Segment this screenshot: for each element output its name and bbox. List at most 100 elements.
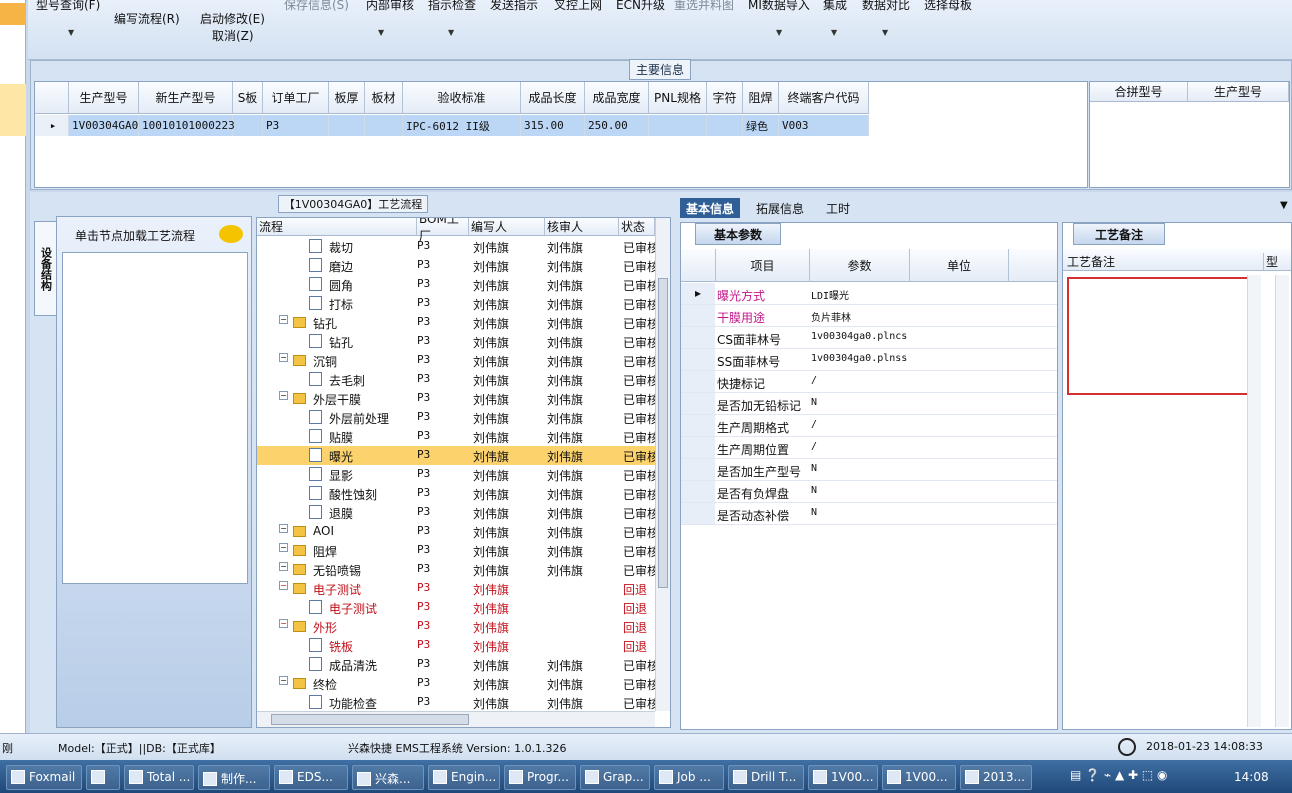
tree-row[interactable]: − 外形 P3 刘伟旗 回退 <box>257 617 655 636</box>
btn-ecn-upgrade[interactable]: ECN升级 <box>616 0 665 13</box>
tree-row[interactable]: − 外层干膜 P3 刘伟旗 刘伟旗 已审核 <box>257 389 655 408</box>
tree-row[interactable]: 钻孔 P3 刘伟旗 刘伟旗 已审核 <box>257 332 655 351</box>
tree-row[interactable]: 圆角 P3 刘伟旗 刘伟旗 已审核 <box>257 275 655 294</box>
param-row[interactable]: 是否加生产型号 N <box>681 459 1057 481</box>
cell-12[interactable]: V003 <box>779 115 869 136</box>
tree-row[interactable]: 成品清洗 P3 刘伟旗 刘伟旗 已审核 <box>257 655 655 674</box>
param-row[interactable]: 生产周期位置 / <box>681 437 1057 459</box>
btn-model-query[interactable]: 型号查询(F) <box>36 0 100 13</box>
param-row[interactable]: 是否加无铅标记 N <box>681 393 1057 415</box>
chevron-down-icon[interactable]: ▼ <box>448 28 454 37</box>
param-row[interactable]: CS面菲林号 1v00304ga0.plncs <box>681 327 1057 349</box>
tree-row[interactable]: − AOI P3 刘伟旗 刘伟旗 已审核 <box>257 522 655 541</box>
btn-integrate[interactable]: 集成 <box>823 0 847 13</box>
tree-row[interactable]: 裁切 P3 刘伟旗 刘伟旗 已审核 <box>257 237 655 256</box>
taskbar-clock[interactable]: 14:08 <box>1234 770 1269 784</box>
vertical-tab-device-structure[interactable]: 设备结构 <box>34 221 56 316</box>
btn-write-flow[interactable]: 编写流程(R) <box>114 10 180 27</box>
process-tree[interactable]: 流程 BOM工厂 编写人 核审人 状态 裁切 P3 刘伟旗 刘伟旗 已审核 磨边… <box>256 217 671 728</box>
tab-work-hours[interactable]: 工时 <box>820 198 856 218</box>
merge-grid[interactable]: 合拼型号 生产型号 <box>1089 81 1290 188</box>
tab-basic-info[interactable]: 基本信息 <box>680 198 741 218</box>
btn-mi-import[interactable]: MI数据导入 <box>748 0 810 13</box>
tree-vscrollbar[interactable] <box>655 218 670 711</box>
expand-toggle-icon[interactable]: − <box>279 543 288 552</box>
param-value[interactable]: N <box>811 507 817 518</box>
expand-toggle-icon[interactable]: − <box>279 391 288 400</box>
param-row[interactable]: SS面菲林号 1v00304ga0.plnss <box>681 349 1057 371</box>
param-value[interactable]: / <box>811 441 817 452</box>
chevron-down-icon[interactable]: ▼ <box>882 28 888 37</box>
param-value[interactable]: LDI曝光 <box>811 287 849 302</box>
expand-toggle-icon[interactable]: − <box>279 581 288 590</box>
btn-save-info[interactable]: 保存信息(S) <box>284 0 349 13</box>
table-row[interactable]: ▸ 1V00304GA0 10010101000223 P3 IPC-6012 II级 3… <box>35 115 869 136</box>
tree-row[interactable]: 外层前处理 P3 刘伟旗 刘伟旗 已审核 <box>257 408 655 427</box>
param-value[interactable]: N <box>811 485 817 496</box>
taskbar-item[interactable]: Progr... <box>504 765 576 790</box>
param-row[interactable]: 干膜用途 负片菲林 <box>681 305 1057 327</box>
tree-row[interactable]: 酸性蚀刻 P3 刘伟旗 刘伟旗 已审核 <box>257 484 655 503</box>
param-row[interactable]: 生产周期格式 / <box>681 415 1057 437</box>
taskbar-item[interactable] <box>86 765 120 790</box>
taskbar-item[interactable]: Foxmail <box>6 765 82 790</box>
tree-row[interactable]: 退膜 P3 刘伟旗 刘伟旗 已审核 <box>257 503 655 522</box>
param-row[interactable]: ▸ 曝光方式 LDI曝光 <box>681 283 1057 305</box>
param-row[interactable]: 是否动态补偿 N <box>681 503 1057 525</box>
tree-row[interactable]: 显影 P3 刘伟旗 刘伟旗 已审核 <box>257 465 655 484</box>
tree-row[interactable]: − 无铅喷锡 P3 刘伟旗 刘伟旗 已审核 <box>257 560 655 579</box>
chevron-down-icon[interactable]: ▼ <box>1274 198 1292 218</box>
tree-row[interactable]: − 阻焊 P3 刘伟旗 刘伟旗 已审核 <box>257 541 655 560</box>
tree-row[interactable]: 贴膜 P3 刘伟旗 刘伟旗 已审核 <box>257 427 655 446</box>
chevron-down-icon[interactable]: ▼ <box>776 28 782 37</box>
cell-2[interactable] <box>233 115 263 136</box>
taskbar-item[interactable]: 1V00... <box>882 765 956 790</box>
expand-toggle-icon[interactable]: − <box>279 524 288 533</box>
taskbar-item[interactable]: Drill T... <box>728 765 804 790</box>
cell-3[interactable]: P3 <box>263 115 329 136</box>
structure-tree[interactable] <box>62 252 248 584</box>
taskbar-item[interactable]: Engin... <box>428 765 500 790</box>
tray-icons[interactable]: ▤ ❔ ⌁ ▲ ✚ ⬚ ◉ <box>1070 768 1167 782</box>
cell-5[interactable] <box>365 115 403 136</box>
tree-row[interactable]: 电子测试 P3 刘伟旗 回退 <box>257 598 655 617</box>
param-value[interactable]: N <box>811 463 817 474</box>
btn-start-modify[interactable]: 启动修改(E) <box>200 10 265 27</box>
param-value[interactable]: 1v00304ga0.plncs <box>811 331 907 342</box>
param-value[interactable]: 负片菲林 <box>811 309 851 324</box>
cell-1[interactable]: 10010101000223 <box>139 115 235 136</box>
btn-send-instruction[interactable]: 发送指示 <box>490 0 538 13</box>
param-value[interactable]: 1v00304ga0.plnss <box>811 353 907 364</box>
scroll-thumb[interactable] <box>658 278 668 588</box>
cell-10[interactable] <box>707 115 743 136</box>
cell-11[interactable]: 绿色 <box>743 115 779 136</box>
param-value[interactable]: / <box>811 375 817 386</box>
tree-row[interactable]: 曝光 P3 刘伟旗 刘伟旗 已审核 <box>257 446 655 465</box>
btn-instruction-check[interactable]: 指示检查 <box>428 0 476 13</box>
cell-8[interactable]: 250.00 <box>585 115 649 136</box>
tree-row[interactable]: 打标 P3 刘伟旗 刘伟旗 已审核 <box>257 294 655 313</box>
taskbar-item[interactable]: 兴森... <box>352 765 424 790</box>
hscroll-thumb[interactable] <box>271 714 469 725</box>
tab-basic-params[interactable]: 基本参数 <box>695 223 781 245</box>
chevron-down-icon[interactable]: ▼ <box>831 28 837 37</box>
expand-toggle-icon[interactable]: − <box>279 353 288 362</box>
taskbar-item[interactable]: Job ... <box>654 765 724 790</box>
tab-process-notes[interactable]: 工艺备注 <box>1073 223 1165 245</box>
btn-select-motherboard[interactable]: 选择母板 <box>924 0 972 13</box>
tree-row[interactable]: − 电子测试 P3 刘伟旗 回退 <box>257 579 655 598</box>
notes-scrollbar[interactable] <box>1247 275 1261 727</box>
btn-online[interactable]: 叉控上网 <box>554 0 602 13</box>
expand-toggle-icon[interactable]: − <box>279 619 288 628</box>
param-value[interactable]: N <box>811 397 817 408</box>
tree-row[interactable]: − 终检 P3 刘伟旗 刘伟旗 已审核 <box>257 674 655 693</box>
tab-extended-info[interactable]: 拓展信息 <box>750 198 810 218</box>
param-row[interactable]: 快捷标记 / <box>681 371 1057 393</box>
tree-row[interactable]: 去毛刺 P3 刘伟旗 刘伟旗 已审核 <box>257 370 655 389</box>
btn-data-compare[interactable]: 数据对比 <box>862 0 910 13</box>
nav-highlight[interactable] <box>0 3 26 25</box>
expand-toggle-icon[interactable]: − <box>279 676 288 685</box>
main-info-grid[interactable]: 生产型号 新生产型号 S板 订单工厂 板厚 板材 验收标准 成品长度 成品宽度 PNL规格 字符 阻焊… <box>34 81 1088 188</box>
taskbar-item[interactable]: 1V00... <box>808 765 878 790</box>
cell-6[interactable]: IPC-6012 II级 <box>403 115 521 136</box>
